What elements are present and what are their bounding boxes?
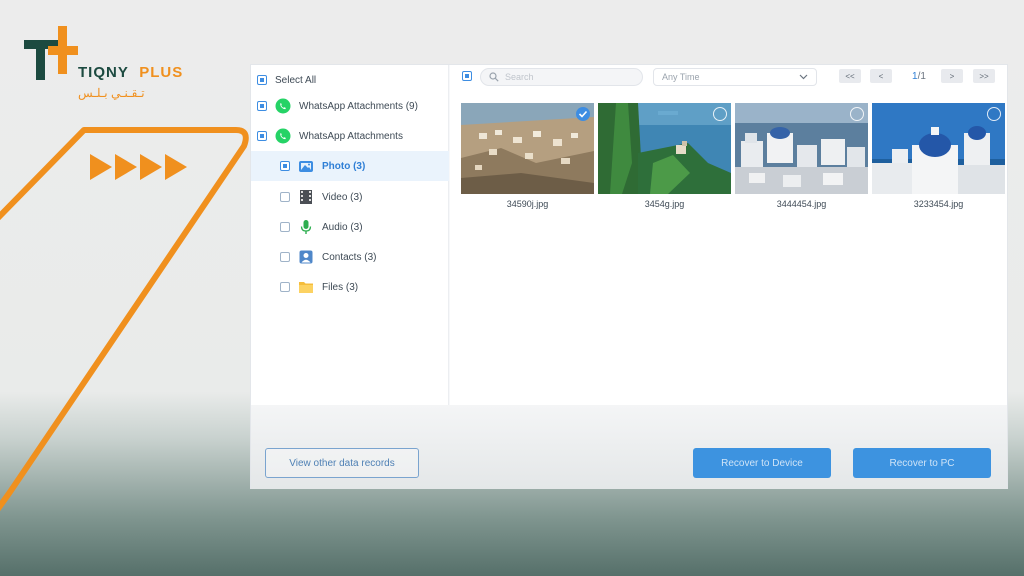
- brand-logo: TIQNY PLUS تـقـنـي بـلـس: [22, 24, 202, 104]
- select-all-label: Select All: [275, 74, 317, 86]
- action-footer: View other data records Recover to Devic…: [251, 405, 1007, 489]
- folder-icon: [298, 279, 314, 295]
- toolbar: Any Time << < 1/1 > >>: [450, 65, 1007, 89]
- contacts-icon: [298, 249, 314, 265]
- search-input[interactable]: [505, 72, 635, 82]
- sidebar-item-label: Contacts (3): [322, 251, 377, 263]
- brand-name: TIQNY PLUS: [78, 64, 184, 81]
- page-indicator: 1/1: [906, 69, 932, 83]
- photo-image: [598, 103, 731, 194]
- first-page-button[interactable]: <<: [839, 69, 861, 83]
- photo-filename: 34590j.jpg: [506, 199, 549, 209]
- photo-icon: [298, 158, 314, 174]
- recover-to-pc-button[interactable]: Recover to PC: [853, 448, 991, 478]
- chevron-down-icon: [799, 74, 808, 80]
- sidebar-item-label: WhatsApp Attachments (9): [299, 100, 418, 112]
- time-filter-select[interactable]: Any Time: [653, 68, 817, 86]
- photo-thumbnail[interactable]: [461, 103, 594, 194]
- sidebar-item-label: Video (3): [322, 191, 363, 203]
- photo-checkbox[interactable]: [280, 161, 290, 171]
- photo-select-check-icon[interactable]: [987, 107, 1001, 121]
- time-filter-value: Any Time: [662, 72, 700, 82]
- photo-selected-check-icon[interactable]: [576, 107, 590, 121]
- photo-image: [461, 103, 594, 194]
- sidebar-item-whatsapp-attachments[interactable]: WhatsApp Attachments: [251, 121, 449, 151]
- microphone-icon: [298, 219, 314, 235]
- sidebar-item-label: Files (3): [322, 281, 359, 293]
- sidebar-item-photo[interactable]: Photo (3): [251, 151, 449, 181]
- brand-arabic-name: تـقـنـي بـلـس: [78, 86, 145, 100]
- prev-page-button[interactable]: <: [870, 69, 892, 83]
- contacts-checkbox[interactable]: [280, 252, 290, 262]
- photo-filename: 3233454.jpg: [913, 199, 964, 209]
- whatsapp-attachments-all-checkbox[interactable]: [257, 101, 267, 111]
- video-checkbox[interactable]: [280, 192, 290, 202]
- category-sidebar: Select All WhatsApp Attachments (9) What…: [251, 65, 449, 405]
- video-icon: [298, 189, 314, 205]
- whatsapp-icon: [275, 128, 291, 144]
- next-page-button[interactable]: >: [941, 69, 963, 83]
- sidebar-item-files[interactable]: Files (3): [251, 272, 449, 302]
- sidebar-item-label: Audio (3): [322, 221, 363, 233]
- last-page-button[interactable]: >>: [973, 69, 995, 83]
- photo-filename: 3454g.jpg: [644, 199, 685, 209]
- sidebar-item-audio[interactable]: Audio (3): [251, 212, 449, 242]
- sidebar-item-whatsapp-attachments-all[interactable]: WhatsApp Attachments (9): [251, 91, 449, 121]
- recovery-window: Select All WhatsApp Attachments (9) What…: [250, 64, 1008, 489]
- search-box[interactable]: [480, 68, 643, 86]
- sidebar-item-label: WhatsApp Attachments: [299, 130, 403, 142]
- total-pages: /1: [917, 70, 926, 82]
- whatsapp-attachments-checkbox[interactable]: [257, 131, 267, 141]
- arrows-decoration-icon: [90, 154, 187, 180]
- photo-select-check-icon[interactable]: [850, 107, 864, 121]
- search-icon: [489, 72, 499, 82]
- files-checkbox[interactable]: [280, 282, 290, 292]
- select-page-checkbox[interactable]: [462, 71, 472, 81]
- photo-filename: 3444454.jpg: [776, 199, 827, 209]
- tiqny-logo-icon: [24, 26, 78, 80]
- photo-select-check-icon[interactable]: [713, 107, 727, 121]
- photo-thumbnail[interactable]: [598, 103, 731, 194]
- sidebar-item-label: Photo (3): [322, 160, 366, 172]
- audio-checkbox[interactable]: [280, 222, 290, 232]
- photo-image: [872, 103, 1005, 194]
- photo-grid-panel: Any Time << < 1/1 > >>: [450, 65, 1007, 405]
- photo-thumbnail[interactable]: [872, 103, 1005, 194]
- select-all-checkbox[interactable]: [257, 75, 267, 85]
- recover-to-device-button[interactable]: Recover to Device: [693, 448, 831, 478]
- photo-thumbnail[interactable]: [735, 103, 868, 194]
- photo-image: [735, 103, 868, 194]
- view-other-records-button[interactable]: View other data records: [265, 448, 419, 478]
- sidebar-item-video[interactable]: Video (3): [251, 182, 449, 212]
- whatsapp-icon: [275, 98, 291, 114]
- sidebar-item-contacts[interactable]: Contacts (3): [251, 242, 449, 272]
